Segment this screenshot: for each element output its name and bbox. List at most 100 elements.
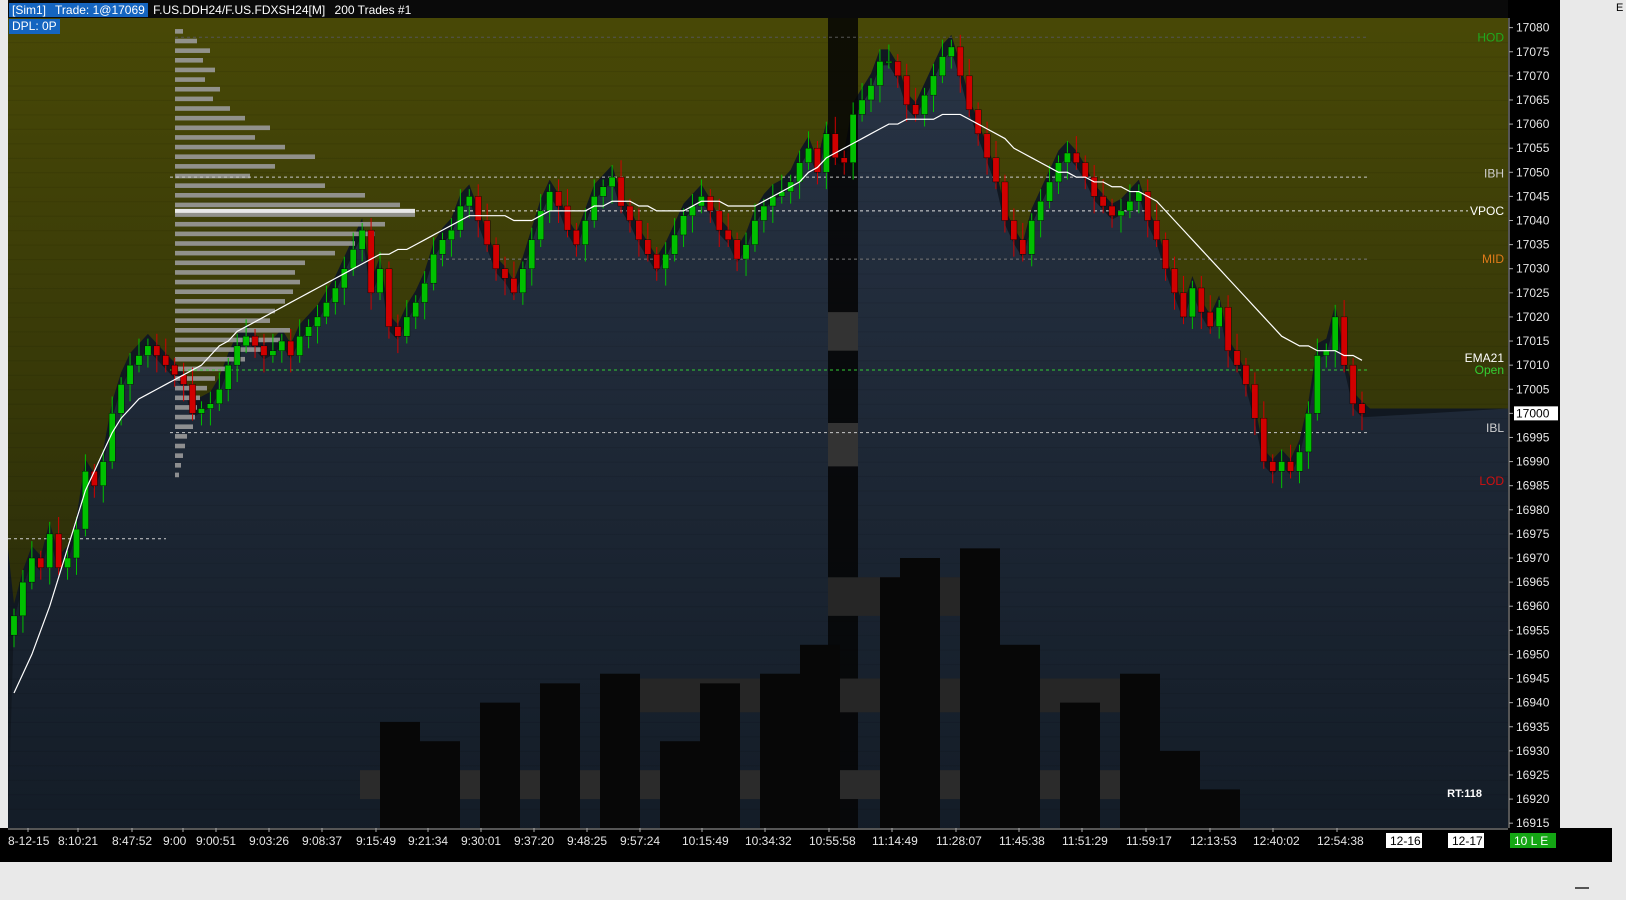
candle-up bbox=[1215, 307, 1223, 327]
volume-column bbox=[700, 683, 740, 828]
trading-window: HOD IBH VPOC MID EMA21 Open IBL LOD 16915 16920 1… bbox=[0, 0, 1626, 900]
volume-column bbox=[760, 673, 800, 828]
price-tick-label: 16990 bbox=[1516, 455, 1550, 469]
candle-up bbox=[930, 75, 937, 96]
price-tick-label: 17005 bbox=[1516, 382, 1550, 396]
candle-down bbox=[912, 104, 919, 115]
sim-account-tag[interactable]: [Sim1] bbox=[9, 3, 50, 17]
chart-header: [Sim1] Trade: 1@17069 F.US.DDH24/F.US.FDX… bbox=[9, 3, 411, 18]
profile-bar bbox=[175, 67, 215, 73]
scroll-handle[interactable] bbox=[1575, 887, 1589, 889]
time-tick-label: 9:37:20 bbox=[514, 834, 554, 848]
time-tick-label: 12:40:02 bbox=[1253, 834, 1300, 848]
candle-down bbox=[715, 210, 723, 231]
candle-down bbox=[1349, 364, 1357, 404]
candle-down bbox=[501, 268, 509, 279]
profile-bar bbox=[175, 318, 270, 323]
candle-down bbox=[983, 133, 991, 159]
candle-down bbox=[903, 75, 911, 105]
price-tick-label: 17010 bbox=[1516, 358, 1550, 372]
candle-down bbox=[724, 229, 732, 240]
hod-label: HOD bbox=[1477, 30, 1504, 44]
candle-down bbox=[394, 326, 402, 337]
candle-down bbox=[55, 533, 62, 568]
dpl-indicator[interactable]: DPL: 0P bbox=[9, 19, 60, 34]
candle-up bbox=[1278, 461, 1285, 472]
candle-down bbox=[626, 205, 634, 221]
candle-up bbox=[314, 316, 321, 327]
candle-up bbox=[1314, 355, 1321, 414]
price-chart[interactable]: HODIBHVPOCMIDEMA21OpenIBLLOD 16915169201… bbox=[0, 0, 1626, 900]
time-tick-label: 8-12-15 bbox=[8, 834, 50, 848]
price-tick-label: 16940 bbox=[1516, 696, 1550, 710]
profile-bar bbox=[175, 135, 255, 140]
candle-down bbox=[974, 109, 982, 134]
profile-bar bbox=[175, 327, 290, 333]
volume-column bbox=[1060, 702, 1100, 828]
profile-bar bbox=[175, 260, 305, 266]
volume-column bbox=[600, 673, 640, 828]
candle-up bbox=[608, 176, 616, 187]
candle-up bbox=[528, 239, 536, 269]
candle-up bbox=[332, 287, 339, 303]
trade-info[interactable]: Trade: 1@17069 bbox=[49, 3, 148, 17]
candle-down bbox=[733, 239, 741, 260]
candle-up bbox=[376, 268, 384, 294]
ibl-label: IBL bbox=[1486, 421, 1504, 435]
heatmap-streak bbox=[8, 490, 1508, 492]
candle-up bbox=[64, 557, 71, 568]
candle-up bbox=[323, 302, 330, 318]
candle-up bbox=[82, 471, 89, 530]
heatmap-streak bbox=[8, 548, 1508, 550]
window-edge bbox=[1612, 0, 1626, 900]
profile-bar bbox=[175, 115, 245, 121]
candle-up bbox=[358, 229, 366, 250]
time-axis-bg bbox=[0, 828, 1612, 862]
candle-up bbox=[278, 340, 286, 351]
profile-bar bbox=[175, 308, 275, 314]
heatmap-streak bbox=[8, 114, 1508, 116]
profile-bar bbox=[175, 29, 183, 34]
price-tick-label: 17075 bbox=[1516, 45, 1550, 59]
candle-down bbox=[287, 340, 295, 356]
time-tick-label: 9:21:34 bbox=[408, 834, 448, 848]
candle-down bbox=[492, 244, 500, 269]
time-tick-label: 11:59:17 bbox=[1126, 834, 1172, 848]
profile-bar bbox=[175, 347, 265, 352]
profile-bar bbox=[175, 192, 365, 198]
price-tick-label: 16920 bbox=[1516, 792, 1550, 806]
profile-bar bbox=[175, 48, 210, 53]
candle-up bbox=[144, 345, 152, 356]
heatmap-streak bbox=[8, 42, 1508, 44]
candle-up bbox=[19, 581, 27, 617]
candle-up bbox=[73, 528, 80, 559]
candle-down bbox=[251, 336, 259, 347]
candle-down bbox=[1287, 461, 1294, 472]
time-tick-label: 9:30:01 bbox=[461, 834, 501, 848]
candle-down bbox=[564, 205, 571, 231]
candle-up bbox=[215, 389, 223, 404]
candle-up bbox=[1046, 181, 1053, 202]
profile-bar bbox=[175, 183, 325, 188]
profile-bar bbox=[175, 241, 355, 246]
candle-down bbox=[1260, 417, 1268, 462]
candle-down bbox=[840, 157, 848, 163]
profile-bar bbox=[175, 154, 315, 160]
candle-down bbox=[635, 220, 643, 240]
candle-down bbox=[1090, 176, 1098, 197]
price-tick-label: 16935 bbox=[1516, 720, 1550, 734]
profile-bar bbox=[175, 462, 181, 468]
heatmap-streak bbox=[8, 143, 1508, 145]
candle-up bbox=[198, 408, 205, 414]
price-tick-label: 16930 bbox=[1516, 744, 1550, 758]
candle-up bbox=[849, 114, 857, 163]
candle-down bbox=[965, 75, 973, 110]
heatmap-streak bbox=[8, 765, 1508, 767]
profile-bar bbox=[175, 57, 203, 63]
profile-bar bbox=[175, 299, 285, 304]
candle-down bbox=[1010, 220, 1018, 240]
candle-down bbox=[1340, 316, 1348, 366]
heatmap-streak bbox=[8, 750, 1508, 752]
candle-up bbox=[1126, 201, 1134, 212]
candle-down bbox=[1099, 196, 1107, 207]
